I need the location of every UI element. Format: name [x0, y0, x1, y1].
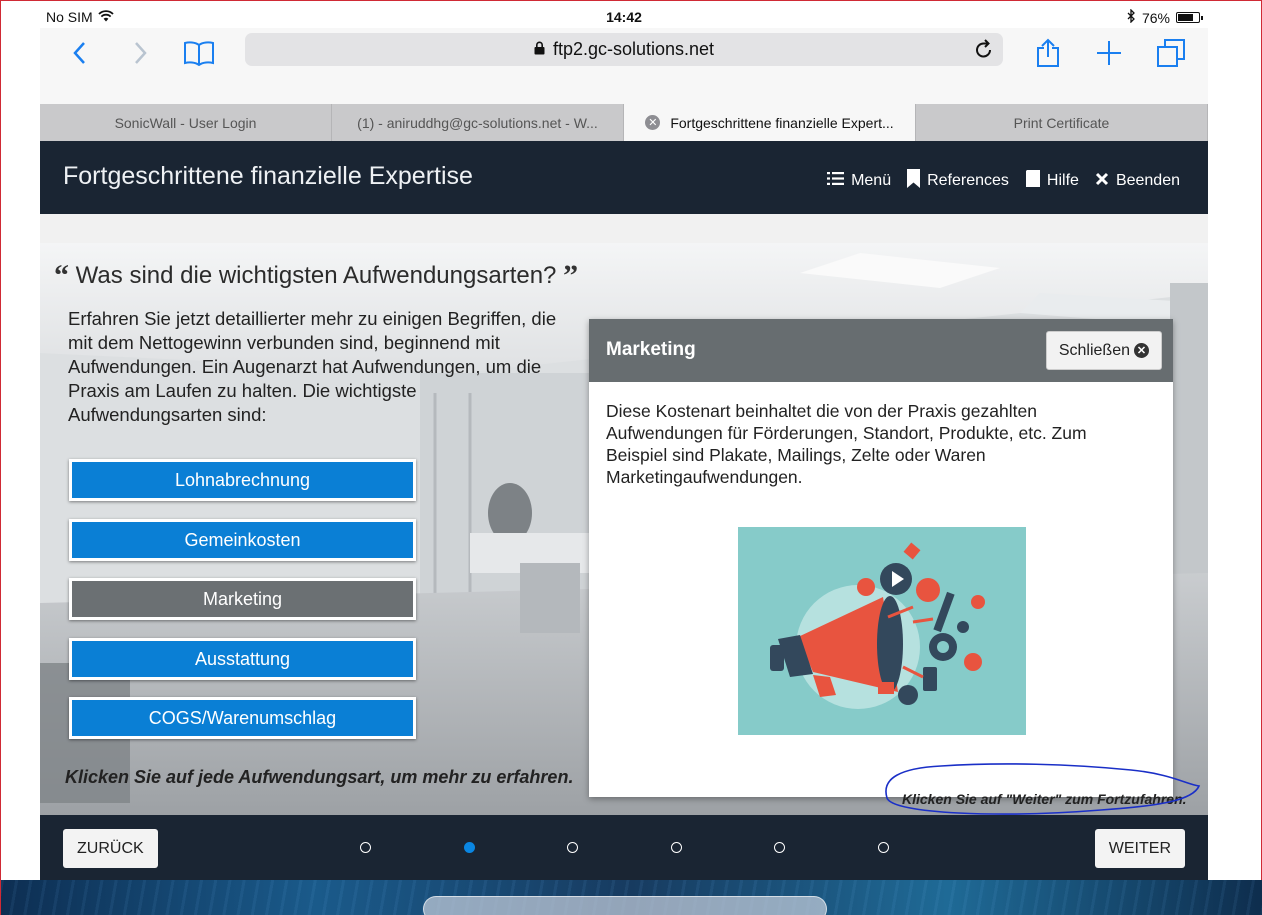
reload-icon[interactable]: [975, 39, 993, 64]
back-button[interactable]: ZURÜCK: [63, 829, 158, 868]
battery-percent: 76%: [1141, 9, 1170, 26]
bookmarks-icon[interactable]: [181, 36, 217, 70]
lock-icon: [534, 39, 545, 60]
close-popup-label: Schließen: [1058, 341, 1130, 359]
slide-question: “ Was sind die wichtigsten Aufwendungsar…: [54, 259, 578, 293]
book-icon: [1025, 170, 1040, 192]
popup-title: Marketing: [606, 339, 696, 360]
browser-tab-strip: SonicWall - User Login (1) - aniruddhg@g…: [40, 104, 1208, 141]
topic-button-gemeinkosten[interactable]: Gemeinkosten: [69, 519, 416, 561]
question-text: Was sind die wichtigsten Aufwendungsarte…: [75, 262, 557, 289]
popup-body-text: Diese Kostenart beinhaltet die von der P…: [606, 401, 1087, 487]
open-quote-icon: “: [54, 259, 69, 292]
course-title: Fortgeschrittene finanzielle Expertise: [63, 162, 473, 190]
close-popup-button[interactable]: Schließen ✕: [1045, 331, 1162, 370]
share-icon[interactable]: [1030, 36, 1066, 70]
course-nav: Menü References Hilfe Beenden: [827, 169, 1180, 193]
status-bar: No SIM 14:42 76%: [40, 6, 1208, 28]
info-popup: Marketing Schließen ✕ Diese Kostenart be…: [589, 319, 1173, 797]
continue-instruction-text: Klicken Sie auf "Weiter" zum Fortzufahre…: [902, 791, 1187, 807]
address-bar[interactable]: ftp2.gc-solutions.net: [245, 33, 1003, 66]
tab-label: (1) - aniruddhg@gc-solutions.net - W...: [357, 114, 598, 131]
tab-mail[interactable]: (1) - aniruddhg@gc-solutions.net - W...: [332, 104, 624, 141]
help-button[interactable]: Hilfe: [1025, 169, 1079, 193]
intro-paragraph: Erfahren Sie jetzt detaillierter mehr zu…: [68, 308, 557, 425]
new-tab-plus-icon[interactable]: [1091, 36, 1127, 70]
topic-button-lohnabrechnung[interactable]: Lohnabrechnung: [69, 459, 416, 501]
close-tab-icon[interactable]: ✕: [645, 115, 661, 130]
tab-course[interactable]: ✕ Fortgeschrittene finanzielle Expert...: [624, 104, 916, 141]
exit-label: Beenden: [1115, 172, 1180, 189]
topic-button-cogs[interactable]: COGS/Warenumschlag: [69, 697, 416, 739]
topic-button-ausstattung[interactable]: Ausstattung: [69, 638, 416, 680]
next-button[interactable]: WEITER: [1094, 829, 1185, 868]
tab-label: Print Certificate: [1013, 114, 1110, 131]
forward-arrow-icon[interactable]: [122, 36, 158, 70]
topic-button-marketing[interactable]: Marketing: [69, 578, 416, 620]
help-label: Hilfe: [1046, 172, 1079, 189]
close-quote-icon: ”: [563, 259, 579, 292]
tab-print-certificate[interactable]: Print Certificate: [916, 104, 1208, 141]
marketing-megaphone-illustration: [738, 527, 1026, 735]
desktop-taskbar: [1, 880, 1262, 915]
slide-content: “ Was sind die wichtigsten Aufwendungsar…: [40, 214, 1208, 815]
remote-control-toolbar[interactable]: [423, 896, 827, 915]
status-right: 76%: [1127, 8, 1203, 26]
battery-fill: [1178, 14, 1193, 21]
tabs-overview-icon[interactable]: [1153, 36, 1189, 70]
battery-icon: [1176, 12, 1203, 23]
close-circle-icon: ✕: [1134, 343, 1149, 358]
instruction-text: Klicken Sie auf jede Aufwendungsart, um …: [65, 767, 574, 787]
page-dot[interactable]: [774, 842, 785, 853]
exit-button[interactable]: Beenden: [1095, 169, 1180, 193]
tab-label: SonicWall - User Login: [114, 114, 257, 131]
page-dot[interactable]: [877, 842, 889, 853]
page-dot[interactable]: [670, 842, 682, 853]
page-dot[interactable]: [463, 842, 475, 853]
bluetooth-icon: [1127, 8, 1136, 26]
tab-label: Fortgeschrittene finanzielle Expert...: [670, 114, 894, 131]
course-header: Fortgeschrittene finanzielle Expertise M…: [40, 141, 1208, 214]
popup-header: Marketing Schließen ✕: [589, 319, 1173, 382]
slide-footer: ZURÜCK WEITER: [40, 815, 1208, 880]
bookmark-icon: [907, 169, 921, 193]
page-dot[interactable]: [360, 842, 371, 853]
references-label: References: [927, 172, 1009, 189]
menu-button[interactable]: Menü: [827, 169, 891, 193]
close-icon: [1095, 172, 1109, 191]
page-dot[interactable]: [567, 842, 578, 853]
list-icon: [827, 171, 845, 191]
back-arrow-icon[interactable]: [62, 36, 98, 70]
url-text: ftp2.gc-solutions.net: [552, 39, 715, 59]
clock: 14:42: [606, 9, 642, 25]
tab-sonicwall[interactable]: SonicWall - User Login: [40, 104, 332, 141]
references-button[interactable]: References: [907, 169, 1009, 193]
menu-label: Menü: [851, 172, 892, 189]
browser-toolbar: ftp2.gc-solutions.net: [40, 28, 1208, 104]
slide-top-band: [40, 214, 1208, 243]
